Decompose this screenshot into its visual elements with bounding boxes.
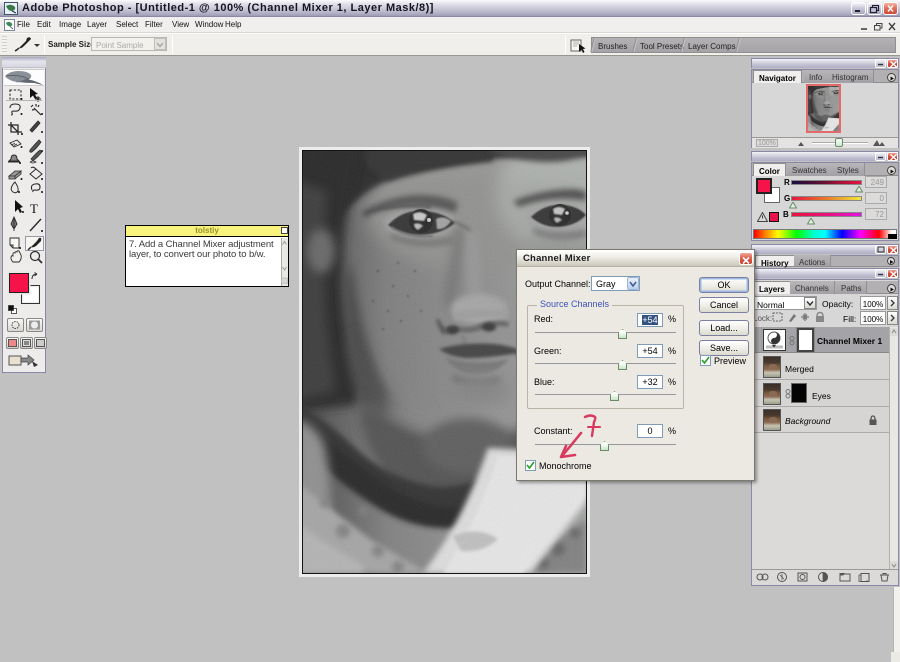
svg-text:T: T: [30, 201, 38, 216]
